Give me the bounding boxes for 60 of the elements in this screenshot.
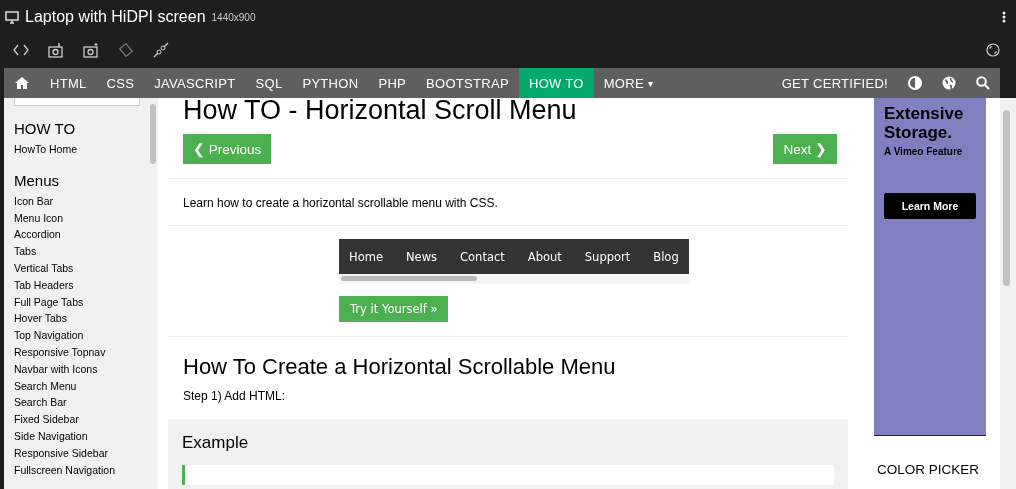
- resolution-label: 1440x900: [211, 11, 256, 23]
- get-certified-link[interactable]: GET CERTIFIED!: [771, 68, 898, 98]
- page-title: How TO - Horizontal Scroll Menu: [183, 98, 578, 126]
- sidebar-link[interactable]: Tab Headers: [14, 276, 148, 294]
- sidebar-link[interactable]: Navbar with Icons: [14, 360, 148, 378]
- example-title: Example: [182, 433, 250, 453]
- monitor-icon: [5, 10, 19, 24]
- intro-text: Learn how to create a horizontal scrollable menu with CSS.: [183, 196, 499, 210]
- learn-more-button[interactable]: Learn More: [884, 193, 976, 219]
- window-title: Laptop with HiDPI screen: [25, 8, 206, 26]
- ad-subline: A Vimeo Feature: [884, 146, 964, 157]
- sidebar-link[interactable]: Hover Tabs: [14, 310, 148, 328]
- sidebar-link[interactable]: Search Bar: [14, 394, 148, 412]
- rotate-screen-icon[interactable]: [986, 43, 1000, 57]
- sidebar-link[interactable]: Menu Icon: [14, 209, 148, 227]
- color-picker-heading: COLOR PICKER: [877, 462, 981, 477]
- ad-headline: Extensive Storage.: [884, 104, 965, 142]
- nav-link[interactable]: BOOTSTRAP: [416, 68, 519, 98]
- sidebar-link[interactable]: Tabs: [14, 243, 148, 260]
- sidebar-link[interactable]: HowTo Home: [14, 141, 148, 158]
- nav-link[interactable]: HTML: [40, 68, 97, 98]
- sidebar-link[interactable]: Responsive Sidebar: [14, 444, 148, 462]
- camera-plus-icon[interactable]: [83, 42, 99, 58]
- sidebar-heading: Menus: [14, 171, 61, 189]
- demo-menu-link[interactable]: About: [517, 249, 572, 264]
- plug-icon[interactable]: [153, 42, 169, 58]
- nav-link[interactable]: PHP: [368, 68, 417, 98]
- demo-menu-link[interactable]: News: [395, 249, 448, 264]
- sidebar-link[interactable]: Accordion: [14, 226, 148, 244]
- globe-icon[interactable]: [942, 76, 956, 90]
- demo-menu-link[interactable]: Support: [574, 249, 641, 264]
- section-title: How To Create a Horizontal Scrollable Menu: [183, 354, 617, 380]
- sidebar-link[interactable]: Top Navigation: [14, 327, 148, 344]
- nav-link[interactable]: JAVASCRIPT: [144, 68, 246, 98]
- sidebar-link[interactable]: Search Menu: [14, 377, 148, 395]
- nav-link[interactable]: SQL: [245, 68, 293, 98]
- sidebar-link[interactable]: Side Navigation: [14, 427, 148, 445]
- scrollbar-thumb[interactable]: [150, 104, 156, 164]
- demo-menu-link[interactable]: Home: [339, 249, 393, 264]
- more-options-icon[interactable]: [1002, 11, 1006, 23]
- sidebar-link[interactable]: Vertical Tabs: [14, 260, 148, 277]
- code-icon[interactable]: [13, 44, 29, 56]
- sidebar-link[interactable]: Icon Bar: [14, 192, 148, 210]
- scrollbar-thumb[interactable]: [1003, 110, 1010, 286]
- camera-icon[interactable]: [48, 42, 64, 58]
- sidebar-link[interactable]: Responsive Topnav: [14, 343, 148, 361]
- home-icon[interactable]: [14, 76, 30, 90]
- demo-menu-link[interactable]: Blog: [643, 249, 689, 264]
- sidebar-link[interactable]: Fullscreen Navigation: [14, 461, 148, 479]
- sidebar-heading: HOW TO: [14, 120, 77, 137]
- nav-link[interactable]: CSS: [96, 68, 145, 98]
- contrast-icon[interactable]: [908, 76, 922, 90]
- search-icon[interactable]: [976, 76, 990, 90]
- nav-link[interactable]: MORE ▾: [593, 68, 664, 98]
- nav-link[interactable]: PYTHON: [292, 68, 369, 98]
- sidebar-link[interactable]: Fixed Sidebar: [14, 411, 148, 428]
- sidebar-link[interactable]: Full Page Tabs: [14, 293, 148, 311]
- demo-menu-link[interactable]: Contact: [450, 249, 515, 264]
- search-field[interactable]: [14, 98, 140, 106]
- step-text: Step 1) Add HTML:: [183, 389, 287, 403]
